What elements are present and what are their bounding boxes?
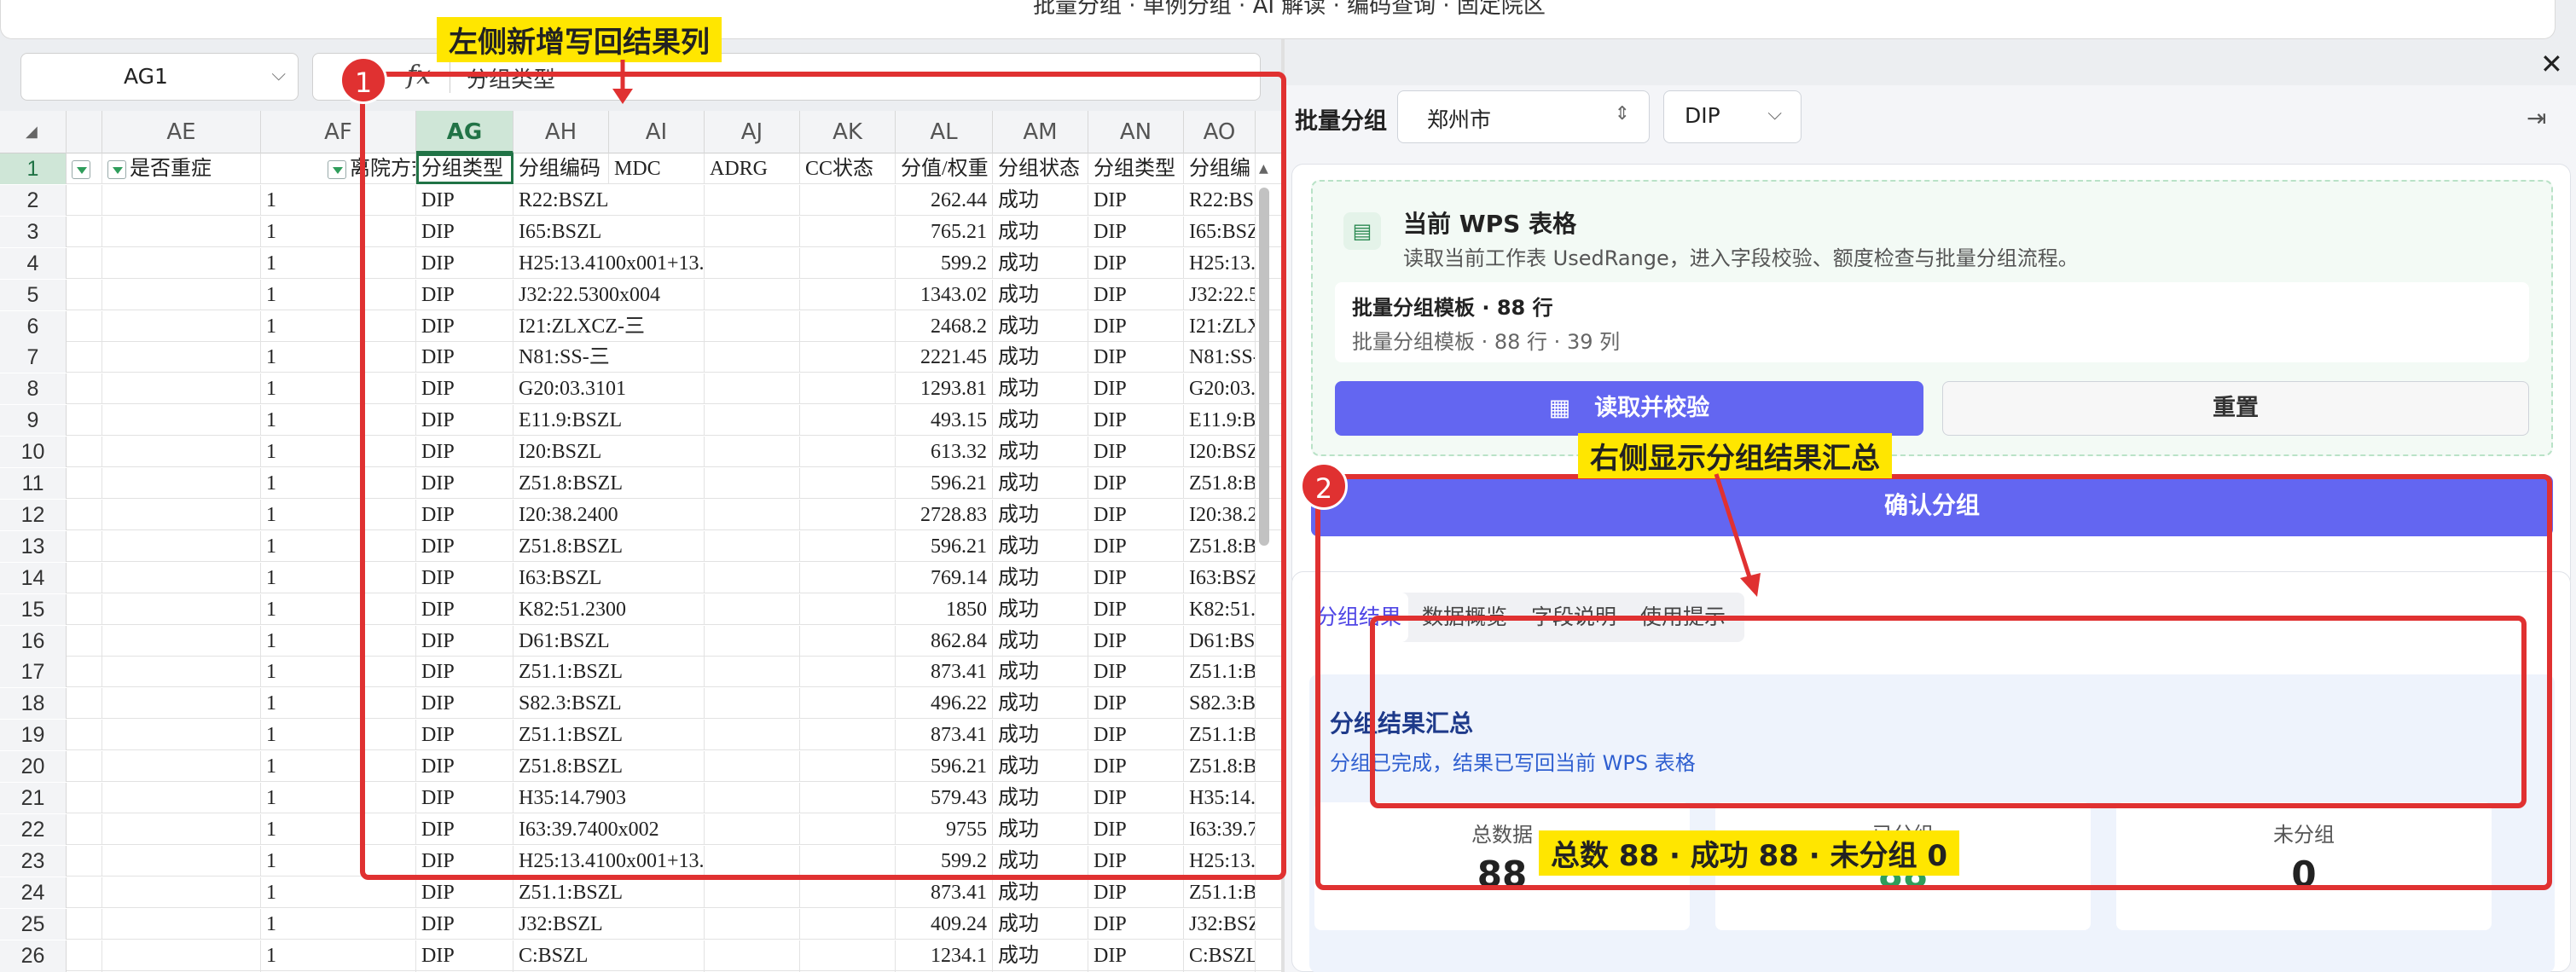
annotation-arrows <box>612 60 1761 597</box>
arrow-head-2 <box>1740 573 1761 597</box>
annotation-number-2: 2 <box>1300 462 1348 510</box>
arrow-line-2 <box>1714 473 1753 581</box>
annotation-number-1: 1 <box>339 56 387 104</box>
arrow-head-1 <box>612 89 633 104</box>
